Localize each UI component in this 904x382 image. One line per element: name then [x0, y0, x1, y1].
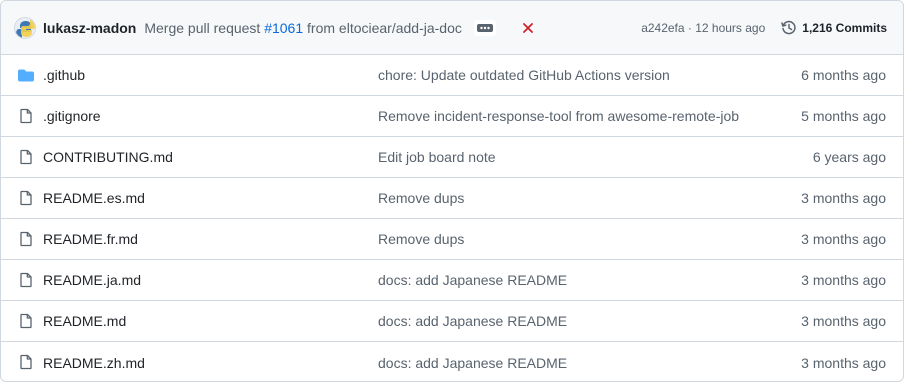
file-last-commit-age: 5 months ago: [801, 108, 886, 124]
commit-message-prefix: Merge pull request: [144, 19, 265, 36]
file-row[interactable]: .github chore: Update outdated GitHub Ac…: [1, 55, 903, 96]
file-name[interactable]: README.md: [43, 313, 126, 329]
file-name[interactable]: README.fr.md: [43, 231, 138, 247]
file-name[interactable]: README.zh.md: [43, 355, 145, 371]
file-last-commit-message[interactable]: docs: add Japanese README: [378, 272, 567, 288]
commit-sha-and-time[interactable]: a242efa · 12 hours ago: [641, 21, 765, 35]
file-last-commit-age: 6 years ago: [812, 149, 886, 165]
file-icon: [18, 231, 34, 247]
pull-request-link[interactable]: #1061: [264, 20, 303, 36]
file-last-commit-message[interactable]: Remove dups: [378, 231, 464, 247]
latest-commit-bar: lukasz-madon Merge pull request #1061 fr…: [1, 1, 903, 55]
file-row[interactable]: README.ja.md docs: add Japanese README 3…: [1, 260, 903, 301]
file-icon: [18, 354, 34, 370]
file-name[interactable]: .gitignore: [43, 108, 101, 124]
file-icon: [18, 272, 34, 288]
file-last-commit-message[interactable]: Edit job board note: [378, 149, 496, 165]
file-last-commit-message[interactable]: docs: add Japanese README: [378, 313, 567, 329]
file-name[interactable]: .github: [43, 67, 85, 83]
file-name[interactable]: CONTRIBUTING.md: [43, 149, 173, 165]
expand-commit-message-button[interactable]: [473, 19, 496, 36]
file-last-commit-message[interactable]: Remove incident-response-tool from aweso…: [378, 108, 739, 124]
file-last-commit-age: 6 months ago: [801, 67, 886, 83]
kebab-horizontal-icon: [476, 23, 493, 32]
commit-message[interactable]: Merge pull request #1061 from eltociear/…: [144, 20, 462, 36]
folder-icon: [18, 67, 34, 83]
file-name[interactable]: README.es.md: [43, 190, 145, 206]
file-last-commit-age: 3 months ago: [801, 313, 886, 329]
commit-message-suffix: from eltociear/add-ja-doc: [303, 19, 462, 36]
file-last-commit-message[interactable]: docs: add Japanese README: [378, 355, 567, 371]
file-last-commit-age: 3 months ago: [801, 272, 886, 288]
file-row[interactable]: README.md docs: add Japanese README 3 mo…: [1, 301, 903, 342]
file-name[interactable]: README.ja.md: [43, 272, 141, 288]
file-last-commit-age: 3 months ago: [801, 231, 886, 247]
file-last-commit-age: 3 months ago: [801, 354, 886, 371]
file-browser: lukasz-madon Merge pull request #1061 fr…: [0, 0, 904, 382]
file-row[interactable]: README.es.md Remove dups 3 months ago: [1, 178, 903, 219]
file-row[interactable]: .gitignore Remove incident-response-tool…: [1, 96, 903, 137]
file-last-commit-message[interactable]: chore: Update outdated GitHub Actions ve…: [378, 67, 670, 83]
file-icon: [18, 190, 34, 206]
file-last-commit-message[interactable]: Remove dups: [378, 190, 464, 206]
file-icon: [18, 149, 34, 165]
commit-author[interactable]: lukasz-madon: [43, 20, 136, 36]
file-icon: [18, 313, 34, 329]
history-icon: [781, 20, 797, 36]
file-list: .github chore: Update outdated GitHub Ac…: [1, 55, 903, 381]
author-avatar[interactable]: [14, 16, 36, 39]
file-row[interactable]: README.fr.md Remove dups 3 months ago: [1, 219, 903, 260]
file-last-commit-age: 3 months ago: [801, 190, 886, 206]
check-status-failure-icon[interactable]: [520, 20, 536, 36]
file-icon: [18, 108, 34, 124]
commits-history-link[interactable]: 1,216 Commits: [781, 20, 887, 36]
file-row[interactable]: CONTRIBUTING.md Edit job board note 6 ye…: [1, 137, 903, 178]
file-row[interactable]: README.zh.md docs: add Japanese README 3…: [1, 342, 903, 381]
commits-count: 1,216 Commits: [802, 20, 887, 35]
